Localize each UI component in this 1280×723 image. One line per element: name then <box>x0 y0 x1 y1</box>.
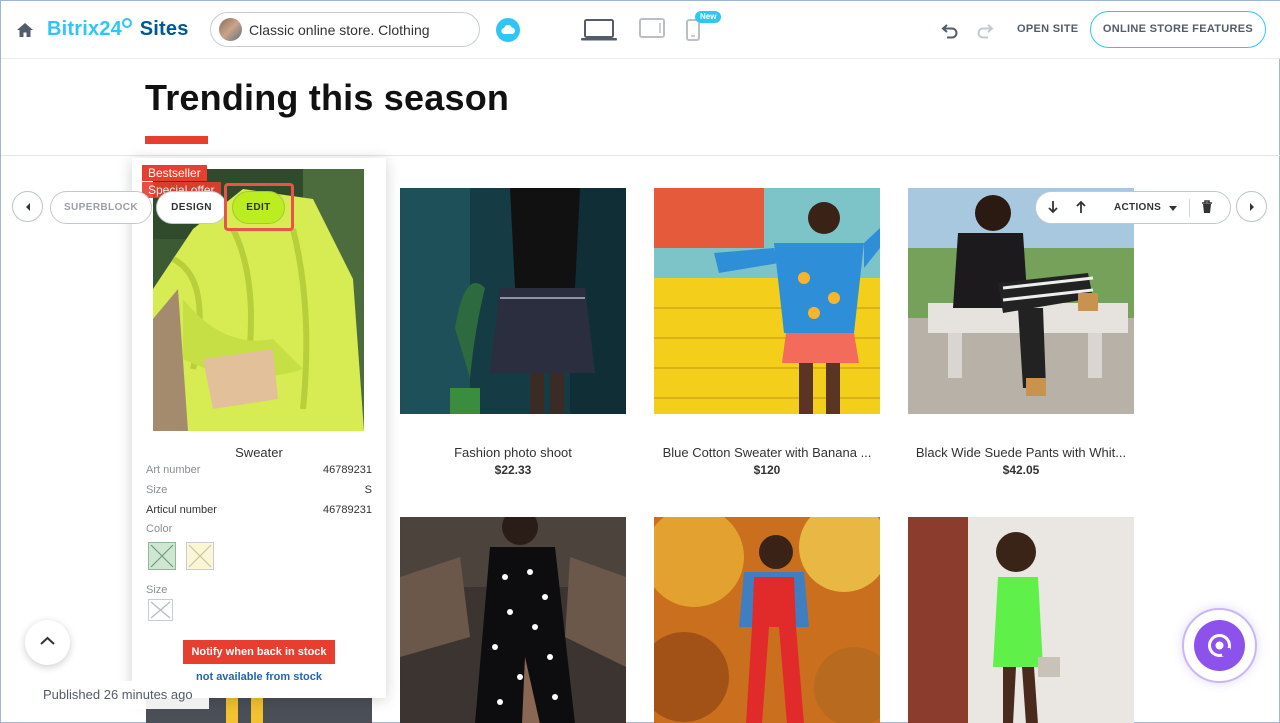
size-option[interactable] <box>148 599 173 621</box>
block-actions-toolbar: ACTIONS <box>1035 191 1231 224</box>
undo-icon[interactable] <box>941 21 959 39</box>
product-title[interactable]: Blue Cotton Sweater with Banana ... <box>654 445 880 460</box>
notify-back-in-stock-button[interactable]: Notify when back in stock <box>183 640 335 664</box>
design-button[interactable]: DESIGN <box>156 191 227 224</box>
superblock-button[interactable]: SUPERBLOCK <box>50 191 152 224</box>
product-image[interactable] <box>400 517 626 723</box>
spec-value: 46789231 <box>323 464 372 476</box>
chevron-down-icon <box>1169 206 1177 211</box>
edit-button-highlight <box>224 183 294 231</box>
cloud-icon[interactable] <box>496 18 520 42</box>
actions-menu[interactable]: ACTIONS <box>1114 202 1161 213</box>
section-title: Trending this season <box>145 77 510 118</box>
site-selector[interactable]: Classic online store. Clothing <box>210 12 480 47</box>
featured-product-title[interactable]: Sweater <box>146 445 372 460</box>
block-divider <box>1 155 1280 156</box>
site-thumbnail <box>219 18 242 41</box>
block-next-button[interactable] <box>1236 191 1267 222</box>
logo-product: Sites <box>139 18 189 40</box>
logo[interactable]: Bitrix24 Sites <box>47 18 189 41</box>
product-price: $120 <box>753 463 781 477</box>
assistant-icon <box>1194 620 1245 671</box>
product-image[interactable] <box>654 188 880 414</box>
assistant-button[interactable] <box>1182 608 1257 683</box>
bestseller-badge: Bestseller <box>142 165 207 181</box>
product-image[interactable] <box>400 188 626 414</box>
spec-key: Art number <box>146 464 201 476</box>
spec-value: 46789231 <box>323 504 372 516</box>
logo-brand: Bitrix24 <box>47 18 122 40</box>
top-bar: Bitrix24 Sites Classic online store. Clo… <box>1 1 1280 59</box>
logo-clock-icon <box>121 18 132 28</box>
open-site-link[interactable]: OPEN SITE <box>1017 23 1078 35</box>
online-store-features-button[interactable]: ONLINE STORE FEATURES <box>1090 11 1266 48</box>
color-swatch-green[interactable] <box>148 542 176 570</box>
block-prev-button[interactable] <box>12 191 43 222</box>
spec-key: Articul number <box>146 504 217 516</box>
color-swatch-cream[interactable] <box>186 542 214 570</box>
scroll-to-top-button[interactable] <box>25 620 70 665</box>
tablet-view-icon[interactable] <box>639 18 665 38</box>
toolbar-divider <box>1189 199 1190 217</box>
move-down-icon[interactable] <box>1048 200 1058 214</box>
published-status: Published 26 minutes ago <box>27 681 209 709</box>
desktop-view-icon[interactable] <box>581 18 617 42</box>
redo-icon[interactable] <box>976 21 994 39</box>
product-image[interactable] <box>654 517 880 723</box>
product-title[interactable]: Fashion photo shoot <box>400 445 626 460</box>
spec-key: Size <box>146 484 168 496</box>
product-title[interactable]: Black Wide Suede Pants with Whit... <box>908 445 1134 460</box>
spec-value: S <box>364 484 372 496</box>
title-underline <box>145 136 208 144</box>
product-price: $42.05 <box>1002 463 1040 477</box>
site-name: Classic online store. Clothing <box>249 22 430 38</box>
move-up-icon[interactable] <box>1076 200 1086 214</box>
product-price: $22.33 <box>494 463 532 477</box>
product-image[interactable] <box>908 517 1134 723</box>
trash-icon[interactable] <box>1201 200 1213 214</box>
home-icon[interactable] <box>15 20 35 40</box>
new-badge: New <box>695 11 722 23</box>
